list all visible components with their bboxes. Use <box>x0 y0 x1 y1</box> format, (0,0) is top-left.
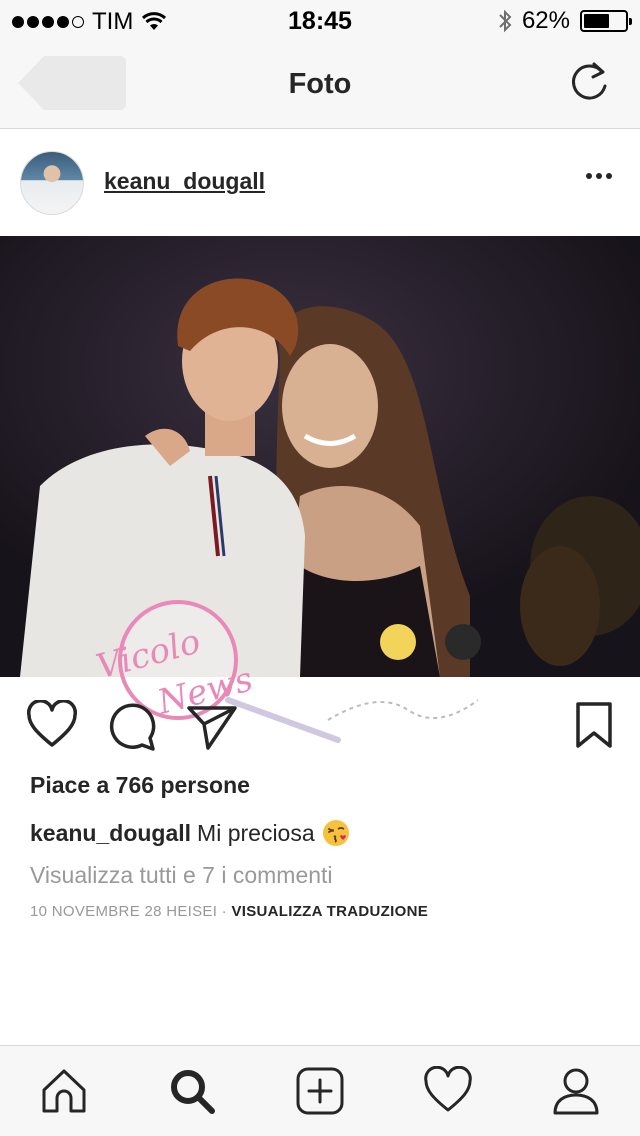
caption-text: Mi preciosa <box>197 819 315 846</box>
post-meta: 10 NOVEMBRE 28 HEISEI · VISUALIZZA TRADU… <box>30 903 428 920</box>
kiss-emoji-icon <box>322 820 349 846</box>
meta-separator: · <box>217 903 232 920</box>
share-send-icon[interactable] <box>186 700 238 752</box>
post-photo[interactable] <box>0 236 640 677</box>
post-username[interactable]: keanu_dougall <box>104 168 265 195</box>
bookmark-icon[interactable] <box>574 700 614 752</box>
post-header: keanu_dougall <box>0 129 640 236</box>
activity-heart-icon[interactable] <box>423 1066 473 1116</box>
battery-percent: 62% <box>521 7 570 34</box>
likes-count[interactable]: Piace a 766 persone <box>30 772 250 799</box>
caption-username[interactable]: keanu_dougall <box>30 820 191 847</box>
refresh-icon[interactable] <box>566 60 612 106</box>
profile-icon[interactable] <box>551 1066 601 1116</box>
bluetooth-icon <box>499 9 512 33</box>
avatar[interactable] <box>20 151 84 215</box>
view-all-comments-link[interactable]: Visualizza tutti e 7 i commenti <box>30 862 333 889</box>
status-right: 62% <box>498 7 632 35</box>
nav-bar: Foto <box>0 40 640 129</box>
battery-icon <box>580 10 632 32</box>
add-post-icon[interactable] <box>295 1066 345 1116</box>
post-actions <box>0 690 640 764</box>
home-icon[interactable] <box>39 1066 89 1116</box>
more-options-icon[interactable] <box>586 173 612 179</box>
post-caption: keanu_dougall Mi preciosa <box>30 818 351 848</box>
post-date: 10 NOVEMBRE 28 HEISEI <box>30 903 218 920</box>
like-heart-icon[interactable] <box>26 700 78 752</box>
tab-bar <box>0 1045 640 1136</box>
page-title: Foto <box>288 68 352 100</box>
comment-icon[interactable] <box>106 700 158 752</box>
photo-illustration <box>0 236 640 677</box>
battery-fill <box>584 14 609 28</box>
see-translation-link[interactable]: VISUALIZZA TRADUZIONE <box>231 903 428 920</box>
status-bar: TIM 18:45 62% <box>0 0 640 40</box>
search-icon[interactable] <box>167 1066 217 1116</box>
